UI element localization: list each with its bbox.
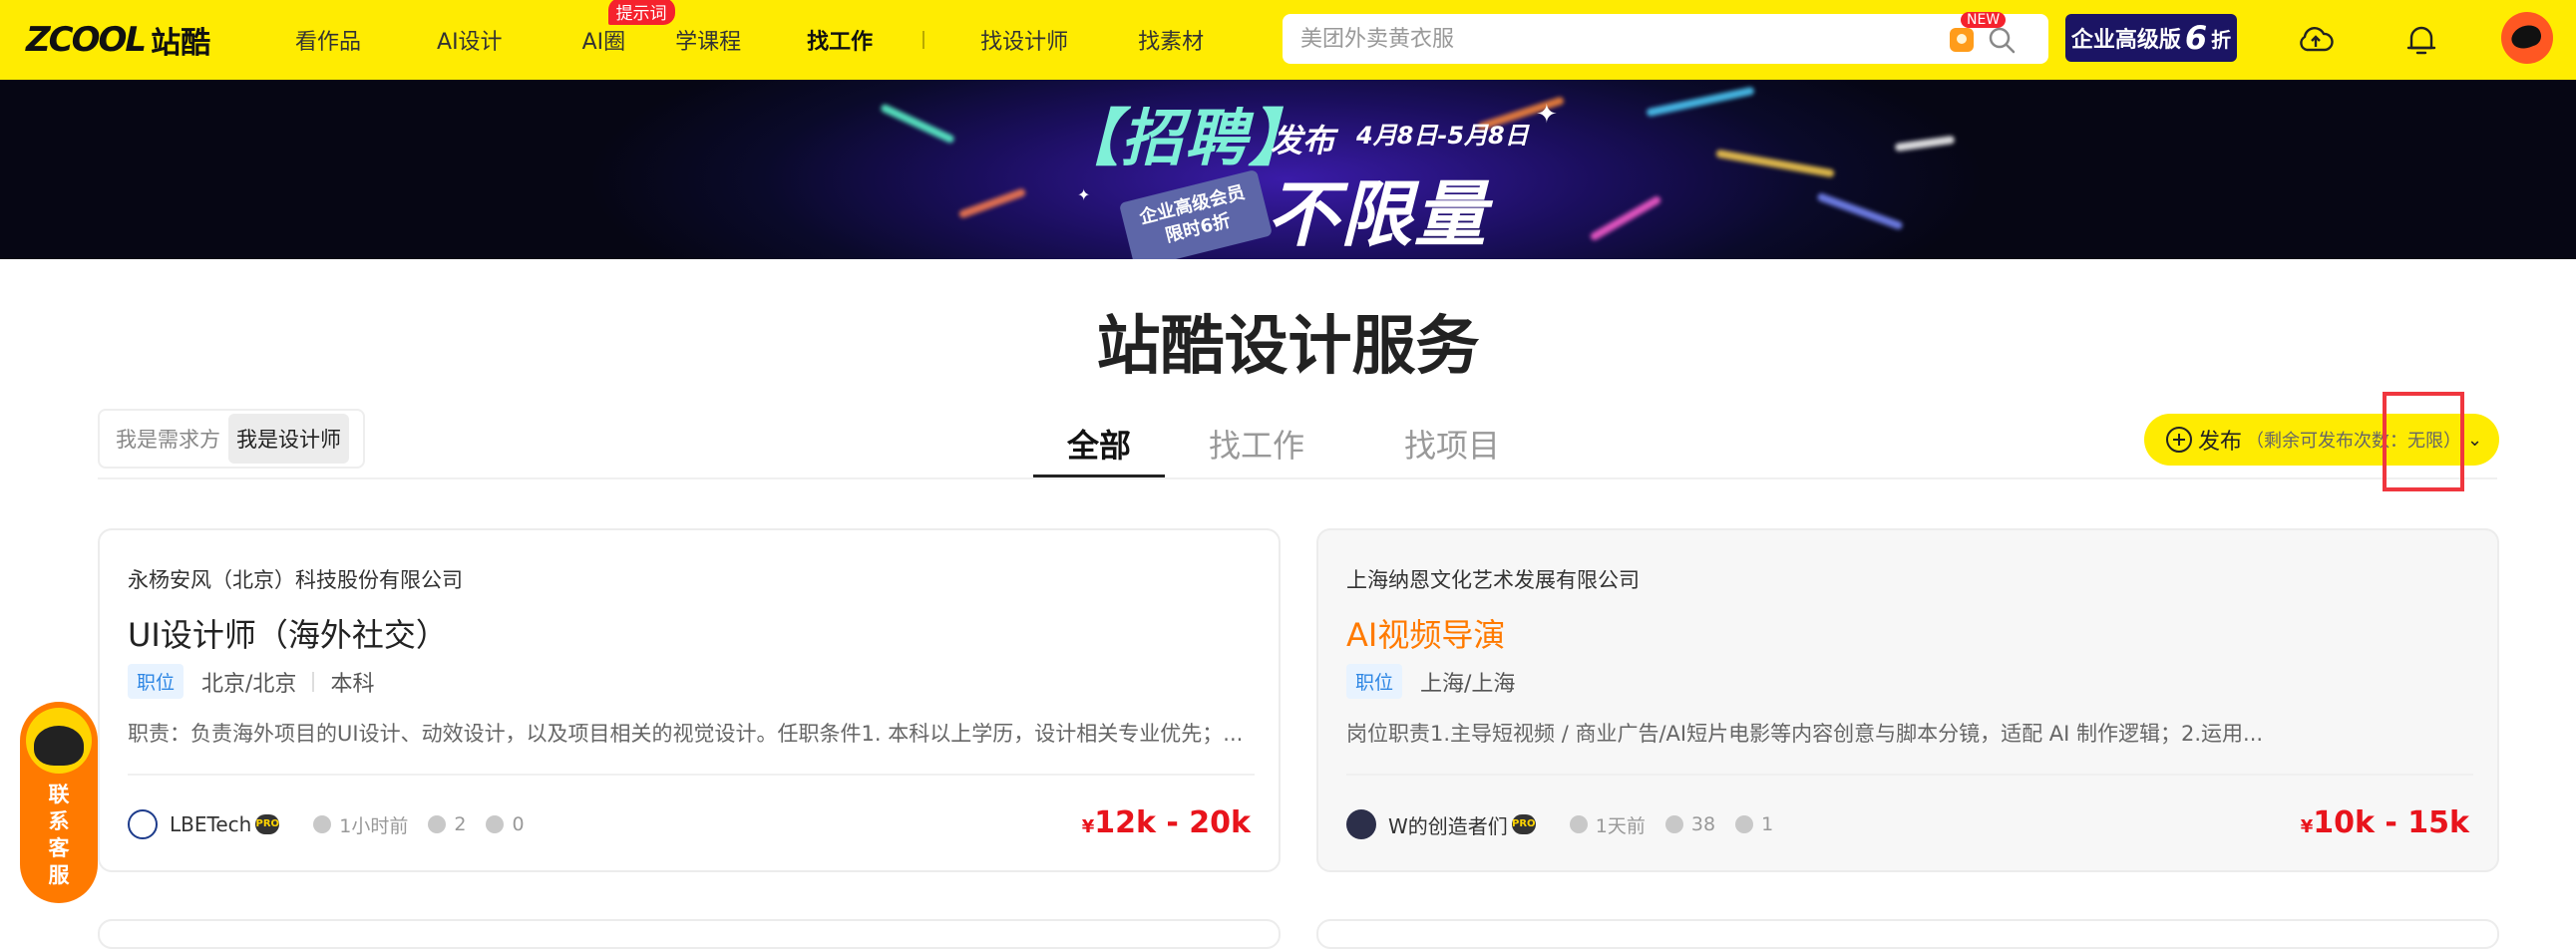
enterprise-vip-button[interactable]: 企业高级版 6 折 — [2065, 14, 2237, 62]
meta-divider — [312, 671, 315, 692]
card-divider — [128, 774, 1255, 776]
zcool-logo[interactable]: ZCOOL 站酷 — [26, 18, 210, 62]
job-description: 职责：负责海外项目的UI设计、动效设计，以及项目相关的视觉设计。任职条件1. 本… — [128, 722, 1244, 746]
job-type-tag: 职位 — [1346, 664, 1403, 699]
card-footer: LBETech PRO 1小时前 2 0 — [128, 809, 525, 839]
vip-discount-number: 6 — [2184, 19, 2208, 57]
light-streak — [957, 187, 1027, 219]
post-time: 1小时前 — [313, 811, 408, 838]
light-streak — [1816, 191, 1904, 231]
nav-item-ai-circle[interactable]: AI圈 提示词 — [581, 0, 675, 56]
job-title[interactable]: AI视频导演 — [1346, 610, 1505, 656]
customer-service-label: 联系客服 — [48, 783, 70, 887]
light-streak — [1715, 149, 1835, 178]
mascot-avatar-icon — [26, 708, 92, 774]
tab-find-job[interactable]: 找工作 — [1207, 409, 1306, 478]
card-footer: W的创造者们 PRO 1天前 38 1 — [1346, 809, 1773, 839]
publisher-name[interactable]: LBETech — [170, 812, 251, 836]
banner-dates: 4月8日-5月8日 — [1356, 122, 1529, 150]
eye-icon — [428, 815, 447, 833]
publisher-name[interactable]: W的创造者们 — [1388, 810, 1508, 839]
annotation-highlight-box — [2383, 392, 2464, 491]
view-count: 2 — [428, 813, 466, 835]
gift-icon[interactable] — [1950, 28, 1974, 52]
role-option-client[interactable]: 我是需求方 — [108, 414, 228, 464]
nav-item-works[interactable]: 看作品 — [295, 24, 361, 56]
search-icon[interactable] — [1986, 24, 2018, 56]
sparkle-icon: ✦ — [1536, 100, 1558, 130]
tab-find-project[interactable]: 找项目 — [1402, 409, 1502, 478]
user-avatar[interactable] — [2501, 12, 2553, 64]
salary: ¥10k - 15k — [2300, 805, 2469, 840]
card-divider — [1346, 774, 2473, 776]
page-title: 站酷设计服务 — [1096, 310, 1480, 384]
nav-item-ai-design[interactable]: AI设计 — [437, 24, 503, 56]
eye-icon — [1664, 815, 1683, 833]
smile-icon — [1735, 815, 1754, 833]
recruitment-promo-banner[interactable]: 【招聘】 发布 4月8日-5月8日 不限量 企业高级会员 限时6折 ✦ ✦ — [0, 80, 2576, 259]
clock-icon — [313, 815, 332, 833]
clock-icon — [1569, 815, 1588, 833]
plus-circle-icon — [2166, 427, 2192, 453]
role-option-designer[interactable]: 我是设计师 — [228, 414, 349, 464]
nav-divider — [922, 31, 925, 49]
search-box: NEW — [1283, 12, 2048, 64]
search-input[interactable] — [1300, 24, 1899, 54]
job-location: 北京/北京 — [201, 671, 297, 697]
prompt-badge: 提示词 — [607, 0, 675, 25]
light-streak — [1894, 135, 1956, 153]
publisher-avatar[interactable] — [128, 809, 158, 839]
tabs-divider — [98, 477, 2497, 479]
job-card[interactable]: 上海纳恩文化艺术发展有限公司 AI视频导演 职位 上海/上海 岗位职责1.主导短… — [1316, 528, 2499, 872]
vip-discount-suffix: 折 — [2211, 27, 2232, 52]
publisher-avatar[interactable] — [1346, 809, 1376, 839]
tab-all[interactable]: 全部 — [1033, 409, 1165, 478]
logo-chinese: 站酷 — [151, 26, 211, 61]
service-tabs: 全部 找工作 找项目 — [1033, 409, 1502, 478]
nav-item-jobs[interactable]: 找工作 — [807, 24, 873, 56]
job-description: 岗位职责1.主导短视频 / 商业广告/AI短片电影等内容创意与脚本分镜，适配 A… — [1346, 722, 2264, 746]
job-meta: 职位 北京/北京 本科 — [128, 664, 374, 699]
light-streak — [1646, 86, 1755, 118]
like-count: 1 — [1735, 813, 1773, 835]
banner-discount-tag: 企业高级会员 限时6折 — [1118, 168, 1274, 259]
view-count: 38 — [1664, 813, 1715, 835]
notification-bell-icon[interactable] — [2401, 20, 2441, 60]
vip-label: 企业高级版 — [2070, 28, 2181, 53]
job-title[interactable]: UI设计师（海外社交） — [128, 610, 448, 656]
smile-icon — [486, 815, 505, 833]
nav-item-courses[interactable]: 学课程 — [675, 24, 741, 56]
company-name[interactable]: 上海纳恩文化艺术发展有限公司 — [1346, 564, 1640, 594]
nav-item-designers[interactable]: 找设计师 — [980, 24, 1068, 56]
sparkle-icon: ✦ — [1077, 185, 1091, 204]
post-time: 1天前 — [1569, 811, 1646, 838]
job-education: 本科 — [330, 671, 375, 697]
pro-badge-icon: PRO — [255, 814, 280, 834]
publish-label: 发布 — [2198, 430, 2243, 455]
role-toggle: 我是需求方 我是设计师 — [98, 409, 365, 469]
job-type-tag: 职位 — [128, 664, 184, 699]
top-navigation-bar: ZCOOL 站酷 看作品 AI设计 AI圈 提示词 学课程 找工作 找设计师 找… — [0, 0, 2576, 80]
job-card[interactable]: 永杨安风（北京）科技股份有限公司 UI设计师（海外社交） 职位 北京/北京 本科… — [98, 528, 1281, 872]
nav-item-materials[interactable]: 找素材 — [1138, 24, 1204, 56]
salary: ¥12k - 20k — [1081, 805, 1251, 840]
light-streak — [1589, 194, 1662, 242]
job-meta: 职位 上海/上海 — [1346, 664, 1515, 699]
main-nav: 看作品 AI设计 AI圈 提示词 学课程 找工作 找设计师 找素材 — [295, 0, 1204, 80]
like-count: 0 — [486, 813, 525, 835]
banner-unlimited: 不限量 — [1267, 172, 1489, 256]
job-location: 上海/上海 — [1420, 671, 1516, 697]
company-name[interactable]: 永杨安风（北京）科技股份有限公司 — [128, 564, 463, 594]
customer-service-button[interactable]: 联系客服 — [20, 702, 98, 903]
pro-badge-icon: PRO — [1511, 814, 1536, 834]
chevron-down-icon[interactable]: ⌄ — [2467, 430, 2482, 451]
job-card-partial[interactable] — [98, 919, 1281, 949]
logo-wordmark: ZCOOL — [26, 20, 147, 60]
light-streak — [880, 103, 955, 145]
job-card-partial[interactable] — [1316, 919, 2499, 949]
nav-item-ai-circle-label: AI圈 — [581, 30, 626, 55]
upload-cloud-icon[interactable] — [2296, 20, 2336, 60]
